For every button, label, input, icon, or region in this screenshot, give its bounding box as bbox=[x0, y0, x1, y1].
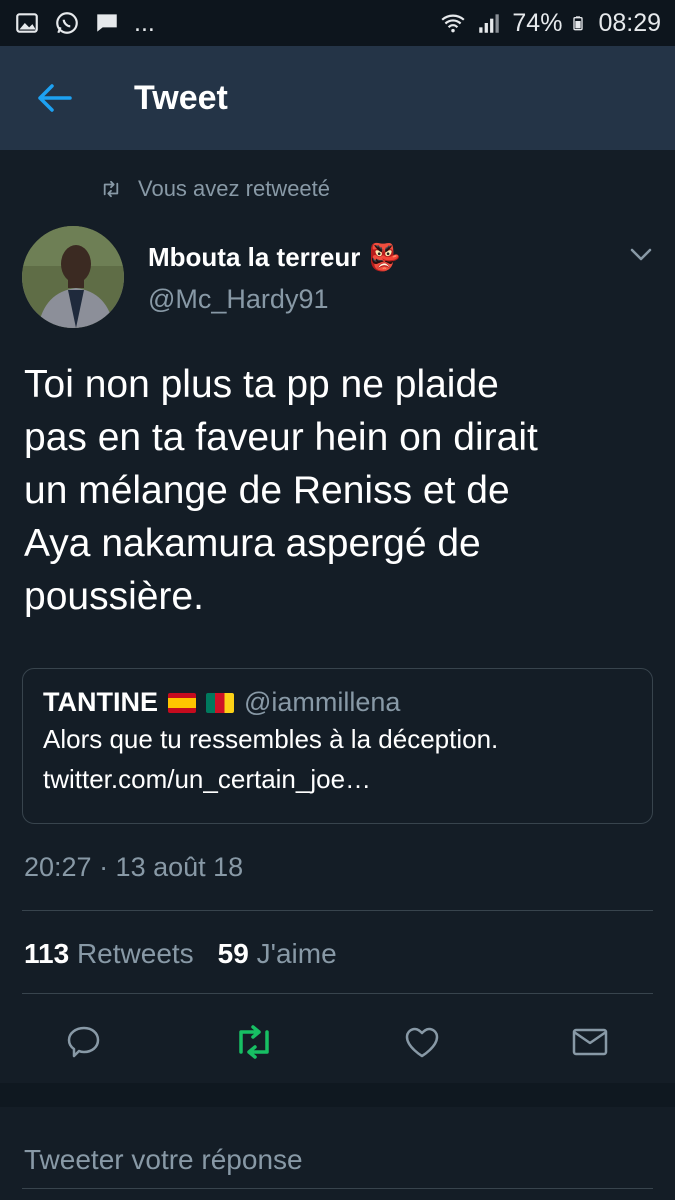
whatsapp-icon bbox=[56, 12, 78, 34]
spain-flag-icon bbox=[168, 692, 196, 713]
envelope-icon bbox=[572, 1028, 608, 1056]
tweet-timestamp: 20:27 · 13 août 18 bbox=[24, 852, 244, 882]
status-left: ... bbox=[14, 9, 155, 38]
reply-input[interactable] bbox=[24, 1140, 644, 1180]
likes-stat[interactable]: 59 J'aime bbox=[218, 938, 337, 970]
tweet-stats: 113 Retweets 59 J'aime bbox=[24, 938, 337, 970]
avatar[interactable] bbox=[22, 226, 124, 328]
tweet-actions bbox=[0, 1020, 675, 1080]
retweets-label: Retweets bbox=[76, 938, 194, 969]
divider bbox=[22, 910, 653, 911]
reply-separator bbox=[0, 1083, 675, 1107]
back-button[interactable] bbox=[22, 66, 86, 130]
retweets-count: 113 bbox=[24, 938, 70, 969]
message-icon bbox=[97, 14, 117, 32]
likes-count: 59 bbox=[217, 938, 249, 969]
chevron-down-icon[interactable] bbox=[628, 244, 654, 264]
retweet-indicator: Vous avez retweeté bbox=[100, 176, 330, 202]
tweet-text-line: poussière. bbox=[24, 575, 204, 618]
reply-button[interactable] bbox=[62, 1020, 106, 1064]
retweet-button[interactable] bbox=[232, 1020, 276, 1064]
quoted-tweet-link[interactable]: twitter.com/un_certain_joe… bbox=[43, 760, 632, 798]
status-right: 74% 08:29 bbox=[440, 9, 661, 38]
cameroon-flag-icon bbox=[206, 692, 234, 713]
heart-icon bbox=[405, 1027, 439, 1058]
tweet-text-line: Aya nakamura aspergé de bbox=[24, 522, 481, 565]
tweet-text-line: pas en ta faveur hein on dirait bbox=[24, 416, 538, 459]
clock: 08:29 bbox=[598, 8, 661, 37]
share-button[interactable] bbox=[568, 1020, 612, 1064]
gallery-icon bbox=[16, 13, 38, 33]
reply-underline bbox=[22, 1188, 653, 1189]
app-header: Tweet bbox=[0, 46, 675, 150]
tweet-text: Toi non plus ta pp ne plaide pas en ta f… bbox=[24, 358, 654, 623]
battery-percent: 74% bbox=[512, 8, 563, 37]
tweet-text-line: Toi non plus ta pp ne plaide bbox=[24, 363, 499, 406]
arrow-left-icon bbox=[38, 84, 72, 112]
retweet-indicator-label: Vous avez retweeté bbox=[138, 176, 331, 201]
quoted-author-name: TANTINE bbox=[43, 687, 158, 717]
retweet-icon bbox=[103, 180, 119, 198]
author-name-text: Mbouta la terreur bbox=[148, 242, 361, 272]
wifi-icon bbox=[441, 14, 465, 33]
author-emoji: 👺 bbox=[368, 242, 401, 272]
status-bar: ... 74% 08:29 bbox=[0, 0, 675, 46]
likes-label: J'aime bbox=[256, 938, 337, 969]
signal-icon bbox=[479, 14, 500, 33]
author-handle[interactable]: @Mc_Hardy91 bbox=[148, 284, 328, 315]
quoted-tweet-header: TANTINE @iammillena bbox=[43, 687, 632, 718]
retweet-icon bbox=[239, 1025, 269, 1059]
retweets-stat[interactable]: 113 Retweets bbox=[24, 938, 194, 970]
tweet-text-line: un mélange de Reniss et de bbox=[24, 469, 510, 512]
like-button[interactable] bbox=[400, 1020, 444, 1064]
reply-icon bbox=[67, 1026, 100, 1058]
page-title: Tweet bbox=[134, 78, 228, 117]
tweet-author: Mbouta la terreur 👺 @Mc_Hardy91 bbox=[22, 226, 662, 336]
avatar-portrait bbox=[22, 226, 124, 328]
status-more: ... bbox=[134, 8, 155, 37]
quoted-tweet[interactable]: TANTINE @iammillena Alors que tu ressemb… bbox=[22, 668, 653, 824]
battery-icon bbox=[573, 16, 584, 31]
author-name[interactable]: Mbouta la terreur 👺 bbox=[148, 242, 401, 273]
divider bbox=[22, 993, 653, 994]
quoted-author-handle: @iammillena bbox=[244, 687, 401, 717]
quoted-tweet-text: Alors que tu ressembles à la déception. bbox=[43, 724, 499, 754]
